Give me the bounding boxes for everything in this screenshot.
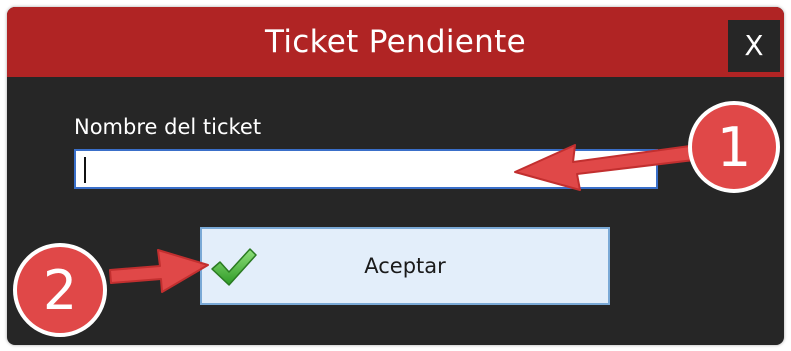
ticket-dialog: Ticket Pendiente X Nombre del ticket Ace… bbox=[7, 7, 784, 345]
accept-button[interactable]: Aceptar bbox=[200, 227, 610, 305]
text-caret bbox=[84, 157, 86, 183]
close-button[interactable]: X bbox=[728, 20, 780, 72]
dialog-title: Ticket Pendiente bbox=[265, 24, 526, 60]
ticket-name-label: Nombre del ticket bbox=[74, 115, 262, 139]
dialog-titlebar: Ticket Pendiente X bbox=[7, 7, 784, 77]
ticket-name-input[interactable] bbox=[74, 149, 658, 189]
accept-button-label: Aceptar bbox=[364, 254, 446, 278]
